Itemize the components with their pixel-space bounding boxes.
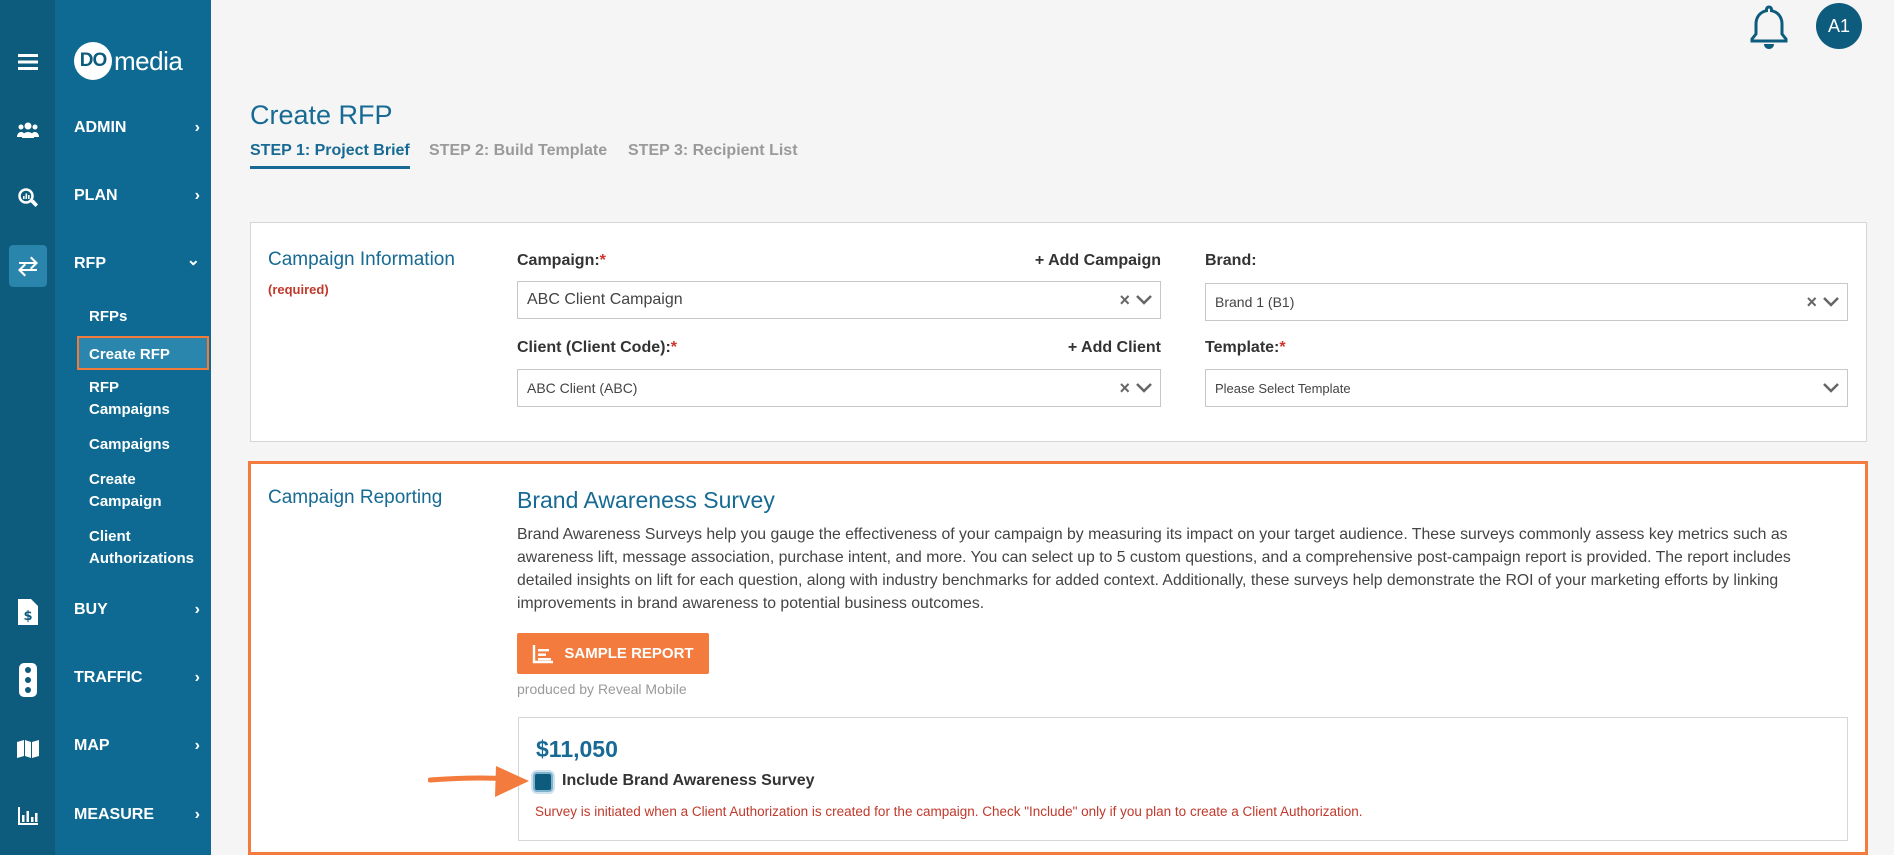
bar-chart-icon[interactable]: [0, 798, 55, 834]
survey-description: Brand Awareness Surveys help you gauge t…: [517, 526, 1791, 612]
chevron-down-icon[interactable]: [1136, 383, 1152, 393]
survey-title: Brand Awareness Survey: [517, 487, 775, 513]
campaign-information-label: Campaign Information: [268, 249, 455, 270]
sidebar-item-campaigns[interactable]: Campaigns: [89, 434, 170, 456]
nav-rfp[interactable]: RFP ⌄: [74, 252, 200, 273]
sidebar-item-client-authorizations[interactable]: Client Authorizations: [89, 526, 194, 570]
include-survey-label[interactable]: Include Brand Awareness Survey: [562, 772, 815, 790]
survey-price: $11,050: [536, 736, 618, 762]
report-chart-icon: [533, 644, 554, 663]
arrow-annotation-icon: [428, 766, 529, 797]
users-icon[interactable]: [0, 112, 55, 148]
include-survey-checkbox[interactable]: [533, 772, 553, 792]
nav-rfp-label: RFP: [74, 255, 106, 272]
required-note: (required): [268, 282, 329, 297]
clear-icon[interactable]: ×: [1119, 378, 1130, 399]
brand-value: Brand 1 (B1): [1215, 294, 1295, 310]
chevron-down-icon[interactable]: [1823, 383, 1839, 393]
nav-plan[interactable]: PLAN ›: [74, 187, 200, 205]
map-icon[interactable]: [0, 731, 55, 767]
tab-step-2[interactable]: STEP 2: Build Template: [429, 142, 607, 160]
sidebar-item-label: Campaign: [89, 493, 162, 510]
sidebar-item-label: Client: [89, 528, 131, 545]
clear-icon[interactable]: ×: [1119, 290, 1130, 311]
chevron-right-icon: ›: [194, 806, 200, 823]
sample-report-label: SAMPLE REPORT: [564, 645, 694, 662]
chevron-right-icon: ›: [194, 119, 200, 136]
campaign-label: Campaign:*: [517, 252, 606, 270]
client-label: Client (Client Code):*: [517, 339, 677, 357]
domedia-logo[interactable]: DO media: [74, 42, 183, 80]
swap-arrows-icon[interactable]: [9, 245, 47, 287]
template-select[interactable]: Please Select Template: [1205, 369, 1848, 407]
nav-traffic-label: TRAFFIC: [74, 669, 143, 686]
chevron-down-icon[interactable]: [1136, 295, 1152, 305]
brand-select[interactable]: Brand 1 (B1) ×: [1205, 283, 1848, 321]
bell-icon[interactable]: [1748, 4, 1790, 55]
svg-text:$: $: [23, 609, 32, 624]
search-chart-icon[interactable]: [0, 180, 55, 216]
nav-map[interactable]: MAP ›: [74, 737, 200, 755]
add-client-link[interactable]: + Add Client: [1040, 339, 1161, 357]
required-star: *: [670, 339, 677, 356]
tab-step-1[interactable]: STEP 1: Project Brief: [250, 142, 410, 169]
traffic-light-icon[interactable]: [0, 660, 55, 700]
sidebar-item-rfp-campaigns[interactable]: RFP Campaigns: [89, 377, 170, 421]
nav-admin-label: ADMIN: [74, 119, 127, 136]
sample-report-button[interactable]: SAMPLE REPORT: [517, 633, 709, 674]
campaign-reporting-label: Campaign Reporting: [268, 487, 443, 508]
campaign-select[interactable]: ABC Client Campaign ×: [517, 281, 1161, 319]
invoice-dollar-icon[interactable]: $: [0, 594, 55, 630]
chevron-right-icon: ›: [194, 187, 200, 204]
chevron-right-icon: ›: [194, 737, 200, 754]
template-placeholder: Please Select Template: [1215, 380, 1351, 396]
chevron-right-icon: ›: [194, 601, 200, 618]
sidebar-item-rfps[interactable]: RFPs: [89, 306, 127, 328]
clear-icon[interactable]: ×: [1806, 292, 1817, 313]
avatar[interactable]: A1: [1816, 3, 1862, 49]
nav-plan-label: PLAN: [74, 187, 118, 204]
sidebar-item-create-rfp-label: Create RFP: [89, 346, 170, 363]
sidebar-item-create-rfp[interactable]: Create RFP: [77, 336, 209, 370]
tab-step-3[interactable]: STEP 3: Recipient List: [628, 142, 798, 160]
nav-admin[interactable]: ADMIN ›: [74, 119, 200, 137]
campaign-label-text: Campaign:: [517, 252, 600, 269]
brand-label: Brand:: [1205, 252, 1257, 269]
chevron-down-icon[interactable]: [1823, 297, 1839, 307]
required-star: *: [1279, 339, 1286, 356]
sidebar-item-label: Create: [89, 471, 136, 488]
required-star: *: [599, 252, 606, 269]
template-label-text: Template:: [1205, 339, 1280, 356]
template-label: Template:*: [1205, 339, 1286, 357]
page-title: Create RFP: [250, 100, 393, 130]
sidebar-item-label: RFP: [89, 379, 119, 396]
logo-mark: DO: [74, 42, 112, 80]
nav-buy-label: BUY: [74, 601, 108, 618]
nav-buy[interactable]: BUY ›: [74, 601, 200, 619]
campaign-value: ABC Client Campaign: [527, 291, 683, 308]
sidebar-item-label: Campaigns: [89, 401, 170, 418]
sidebar-item-label: Authorizations: [89, 550, 194, 567]
client-label-text: Client (Client Code):: [517, 339, 671, 356]
client-value: ABC Client (ABC): [527, 380, 638, 396]
logo-text: media: [114, 45, 183, 76]
nav-traffic[interactable]: TRAFFIC ›: [74, 669, 200, 687]
nav-map-label: MAP: [74, 737, 110, 754]
survey-notice: Survey is initiated when a Client Author…: [535, 804, 1363, 819]
produced-by: produced by Reveal Mobile: [517, 681, 687, 697]
hamburger-icon[interactable]: [0, 44, 55, 80]
add-campaign-link[interactable]: + Add Campaign: [1020, 252, 1161, 270]
chevron-down-icon: ⌄: [186, 252, 200, 269]
sidebar-item-create-campaign[interactable]: Create Campaign: [89, 469, 162, 513]
nav-measure-label: MEASURE: [74, 806, 155, 823]
client-select[interactable]: ABC Client (ABC) ×: [517, 369, 1161, 407]
chevron-right-icon: ›: [194, 669, 200, 686]
nav-measure[interactable]: MEASURE ›: [74, 806, 200, 824]
